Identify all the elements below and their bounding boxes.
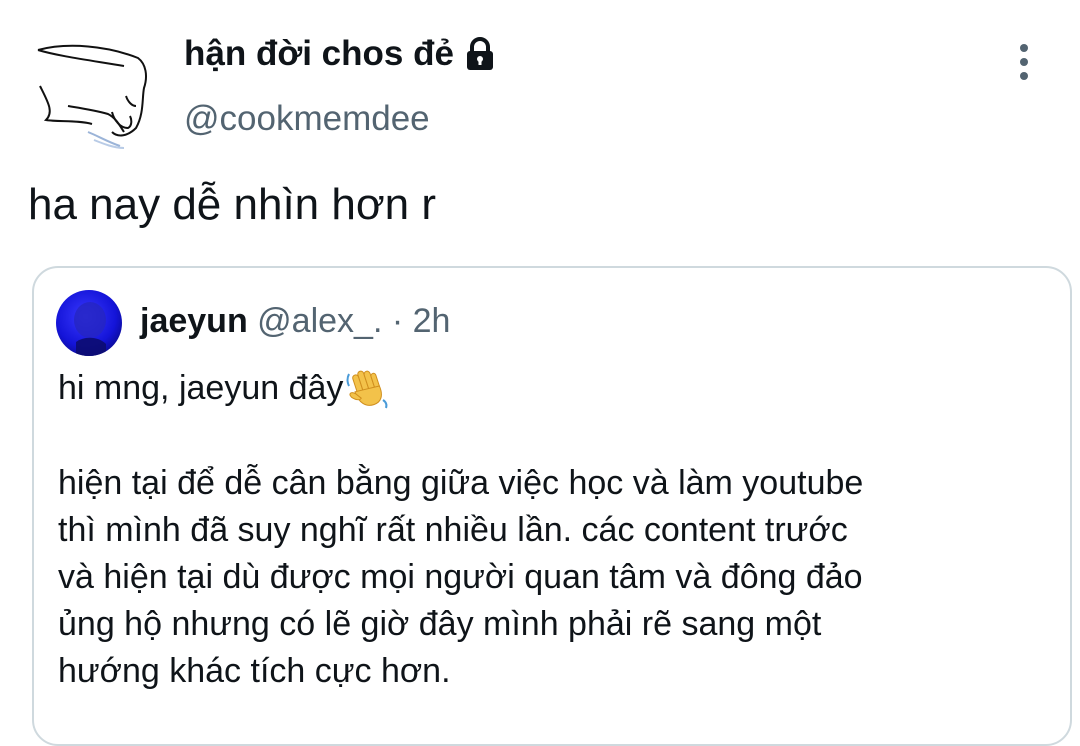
- quoted-body-line: thì mình đã suy nghĩ rất nhiều lần. các …: [58, 511, 848, 549]
- quoted-greeting-text: hi mng, jaeyun đây: [58, 368, 344, 407]
- author-avatar[interactable]: [28, 36, 156, 154]
- quoted-header: jaeyun @alex_. · 2h: [140, 302, 450, 341]
- lock-icon: [462, 36, 498, 72]
- quoted-greeting: hi mng, jaeyun đây: [58, 366, 389, 410]
- quoted-body: hiện tại để dễ cân bằng giữa việc học và…: [58, 460, 1048, 695]
- more-options-button[interactable]: [1004, 40, 1044, 84]
- blue-photo-avatar-icon: [56, 290, 122, 356]
- author-display-name[interactable]: hận đời chos đẻ: [184, 34, 498, 74]
- tweet-text: ha nay dễ nhìn hơn r: [28, 180, 437, 229]
- author-handle[interactable]: @cookmemdee: [184, 99, 430, 139]
- quoted-author-avatar[interactable]: [56, 290, 122, 356]
- display-name-text: hận đời chos đẻ: [184, 34, 454, 73]
- quoted-author-meta: @alex_. · 2h: [247, 302, 451, 340]
- waving-hand-icon: [345, 366, 389, 410]
- quoted-body-line: ủng hộ nhưng có lẽ giờ đây mình phải rẽ …: [58, 605, 822, 643]
- quoted-body-line: hướng khác tích cực hơn.: [58, 652, 451, 690]
- quoted-body-line: hiện tại để dễ cân bằng giữa việc học và…: [58, 464, 864, 502]
- sketch-drawing-avatar-icon: [37, 44, 147, 149]
- quoted-body-line: và hiện tại dù được mọi người quan tâm v…: [58, 558, 863, 596]
- quoted-tweet-card[interactable]: jaeyun @alex_. · 2h hi mng, jaeyun đây h…: [32, 266, 1072, 746]
- quoted-author-name[interactable]: jaeyun: [140, 302, 248, 340]
- vertical-ellipsis-icon: [1020, 44, 1028, 80]
